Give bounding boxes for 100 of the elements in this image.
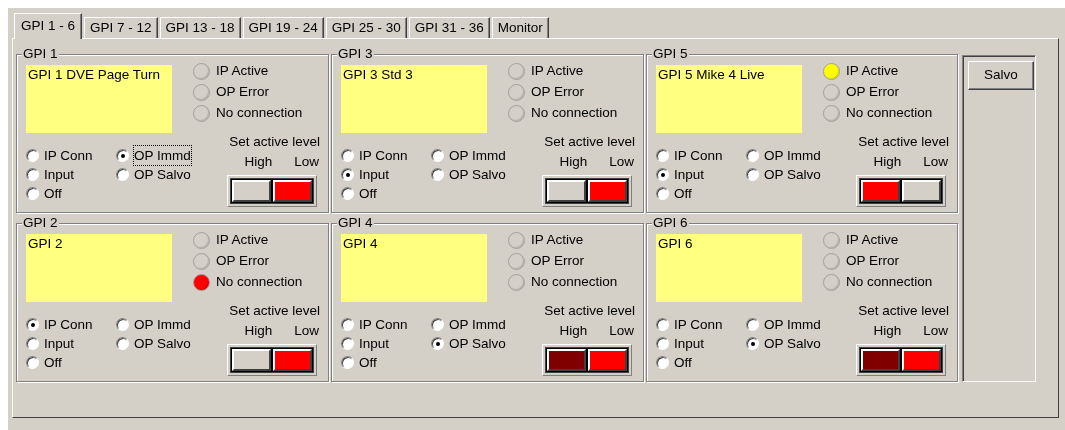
radio-label[interactable]: Off xyxy=(674,184,692,203)
high-label: High xyxy=(244,153,273,172)
level-toggle[interactable] xyxy=(861,179,900,202)
radio-button[interactable] xyxy=(116,318,129,331)
tab[interactable]: GPI 1 - 6 xyxy=(14,13,83,39)
group-title: GPI 5 xyxy=(652,47,689,61)
radio-label[interactable]: Input xyxy=(44,165,75,184)
radio-button[interactable] xyxy=(26,149,39,162)
radio-button[interactable] xyxy=(746,168,759,181)
radio-button[interactable] xyxy=(656,318,669,331)
lamp-label: IP Active xyxy=(531,231,584,249)
level-toggle[interactable] xyxy=(273,179,312,202)
lamp-label: OP Error xyxy=(531,83,584,101)
radio-label[interactable]: OP Salvo xyxy=(134,334,191,353)
lamp-label: OP Error xyxy=(216,83,269,101)
radio-label[interactable]: OP Immd xyxy=(449,146,506,165)
radio-button[interactable] xyxy=(341,356,354,369)
tab[interactable]: GPI 19 - 24 xyxy=(242,17,324,38)
radio-button[interactable] xyxy=(341,168,354,181)
radio-button[interactable] xyxy=(746,318,759,331)
level-toggle[interactable] xyxy=(588,348,627,371)
radio-button[interactable] xyxy=(431,149,444,162)
description-field[interactable]: GPI 5 Mike 4 Live xyxy=(656,65,802,133)
radio-button[interactable] xyxy=(26,337,39,350)
radio-label[interactable]: Input xyxy=(674,334,705,353)
tab[interactable]: Monitor xyxy=(491,17,549,38)
radio-label[interactable]: IP Conn xyxy=(44,146,93,165)
radio-label[interactable]: IP Conn xyxy=(674,315,723,334)
radio-label[interactable]: IP Conn xyxy=(674,146,723,165)
radio-label[interactable]: OP Salvo xyxy=(764,165,821,184)
description-field[interactable]: GPI 2 xyxy=(26,234,172,302)
salvo-button[interactable]: Salvo xyxy=(968,61,1034,90)
group-title: GPI 4 xyxy=(337,216,374,230)
radio-button[interactable] xyxy=(116,149,129,162)
radio-button[interactable] xyxy=(341,149,354,162)
radio-label[interactable]: Off xyxy=(674,353,692,372)
tab[interactable]: GPI 7 - 12 xyxy=(84,17,158,38)
radio-label[interactable]: IP Conn xyxy=(359,315,408,334)
radio-label[interactable]: OP Salvo xyxy=(764,334,821,353)
radio-label[interactable]: OP Salvo xyxy=(134,165,191,184)
radio-label[interactable]: Off xyxy=(44,184,62,203)
radio-button[interactable] xyxy=(116,168,129,181)
radio-button[interactable] xyxy=(431,318,444,331)
radio-button[interactable] xyxy=(116,337,129,350)
level-toggle[interactable] xyxy=(588,179,627,202)
radio-label[interactable]: OP Immd xyxy=(764,146,821,165)
level-toggle[interactable] xyxy=(861,348,900,371)
level-heading: Set active level xyxy=(544,302,635,320)
tab[interactable]: GPI 25 - 30 xyxy=(325,17,407,38)
radio-button[interactable] xyxy=(26,318,39,331)
level-toggle[interactable] xyxy=(547,179,586,202)
radio-button[interactable] xyxy=(656,168,669,181)
radio-label[interactable]: OP Immd xyxy=(764,315,821,334)
radio-label[interactable]: OP Salvo xyxy=(449,165,506,184)
radio-label[interactable]: Input xyxy=(44,334,75,353)
level-heading: Set active level xyxy=(858,133,949,151)
level-toggle[interactable] xyxy=(902,179,941,202)
radio-label[interactable]: OP Immd xyxy=(449,315,506,334)
radio-button[interactable] xyxy=(431,337,444,350)
radio-label[interactable]: Off xyxy=(359,353,377,372)
radio-label[interactable]: Input xyxy=(359,165,390,184)
description-field[interactable]: GPI 1 DVE Page Turn xyxy=(26,65,172,133)
radio-button[interactable] xyxy=(656,187,669,200)
radio-label[interactable]: IP Conn xyxy=(359,146,408,165)
radio-button[interactable] xyxy=(746,337,759,350)
radio-button[interactable] xyxy=(26,187,39,200)
radio-button[interactable] xyxy=(431,168,444,181)
radio-button[interactable] xyxy=(341,318,354,331)
radio-label[interactable]: IP Conn xyxy=(44,315,93,334)
description-field[interactable]: GPI 3 Std 3 xyxy=(341,65,487,133)
high-label: High xyxy=(873,322,902,341)
tab[interactable]: GPI 31 - 36 xyxy=(408,17,490,38)
radio-label[interactable]: OP Immd xyxy=(134,146,191,165)
radio-button[interactable] xyxy=(746,149,759,162)
radio-button[interactable] xyxy=(26,168,39,181)
description-field[interactable]: GPI 4 xyxy=(341,234,487,302)
radio-label[interactable]: Off xyxy=(359,184,377,203)
radio-label[interactable]: Input xyxy=(674,165,705,184)
radio-button[interactable] xyxy=(341,337,354,350)
level-heading: Set active level xyxy=(229,302,320,320)
tab[interactable]: GPI 13 - 18 xyxy=(159,17,241,38)
radio-label[interactable]: Input xyxy=(359,334,390,353)
level-toggle[interactable] xyxy=(273,348,312,371)
radio-button[interactable] xyxy=(656,356,669,369)
description-field[interactable]: GPI 6 xyxy=(656,234,802,302)
radio-label[interactable]: OP Salvo xyxy=(449,334,506,353)
lamp-label: IP Active xyxy=(216,62,269,80)
radio-label[interactable]: OP Immd xyxy=(134,315,191,334)
radio-button[interactable] xyxy=(656,337,669,350)
radio-button[interactable] xyxy=(341,187,354,200)
low-label: Low xyxy=(294,153,319,172)
level-toggle[interactable] xyxy=(232,179,271,202)
level-toggle[interactable] xyxy=(902,348,941,371)
lamp-label: IP Active xyxy=(846,231,899,249)
radio-label[interactable]: Off xyxy=(44,353,62,372)
level-toggle[interactable] xyxy=(232,348,271,371)
level-toggle[interactable] xyxy=(547,348,586,371)
radio-button[interactable] xyxy=(26,356,39,369)
radio-button[interactable] xyxy=(656,149,669,162)
lamp-label: No connection xyxy=(216,273,303,291)
